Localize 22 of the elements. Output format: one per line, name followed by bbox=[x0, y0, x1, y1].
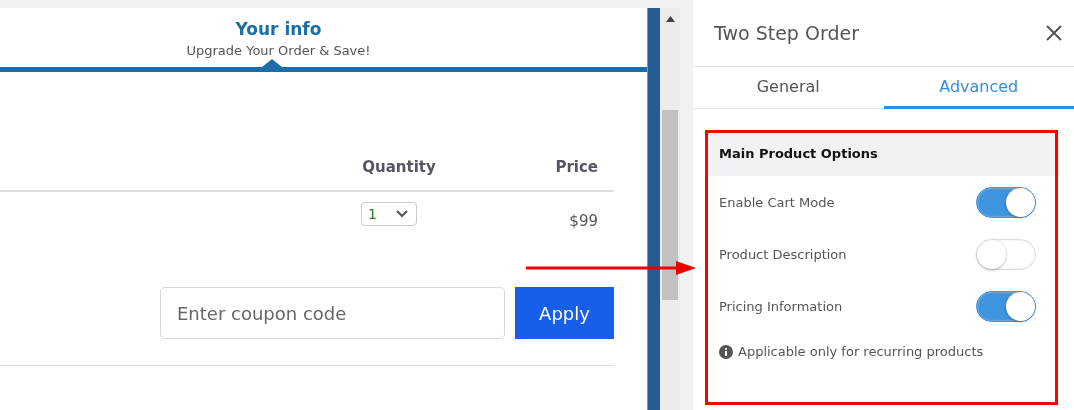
coupon-field[interactable]: Enter coupon code bbox=[160, 287, 505, 339]
column-header: Quantity bbox=[361, 158, 437, 176]
step-title: Your info bbox=[235, 19, 322, 39]
info-note: Applicable only for recurring products bbox=[738, 344, 984, 359]
option-label: Product Description bbox=[719, 246, 847, 262]
column-header: Price bbox=[554, 158, 599, 176]
option-label: Enable Cart Mode bbox=[719, 194, 835, 210]
tab[interactable]: General bbox=[693, 67, 884, 109]
step-subtitle: Upgrade Your Order & Save! bbox=[186, 43, 371, 58]
apply-button[interactable]: Apply bbox=[515, 287, 614, 339]
option-label: Pricing Information bbox=[719, 298, 843, 314]
price-cell-text: $99 bbox=[568, 211, 599, 232]
info-icon bbox=[719, 344, 733, 359]
toggle-switch[interactable] bbox=[976, 186, 1036, 218]
scroll-up-icon[interactable] bbox=[665, 16, 675, 22]
panel-title: Two Step Order bbox=[714, 22, 859, 44]
chevron-icon bbox=[396, 210, 408, 218]
scrollbar[interactable] bbox=[660, 8, 680, 410]
toggle-switch[interactable] bbox=[976, 290, 1036, 322]
tab[interactable]: Advanced bbox=[883, 67, 1074, 109]
scrollbar-thumb[interactable] bbox=[662, 110, 678, 300]
quantity-select[interactable]: 1 bbox=[361, 202, 417, 226]
